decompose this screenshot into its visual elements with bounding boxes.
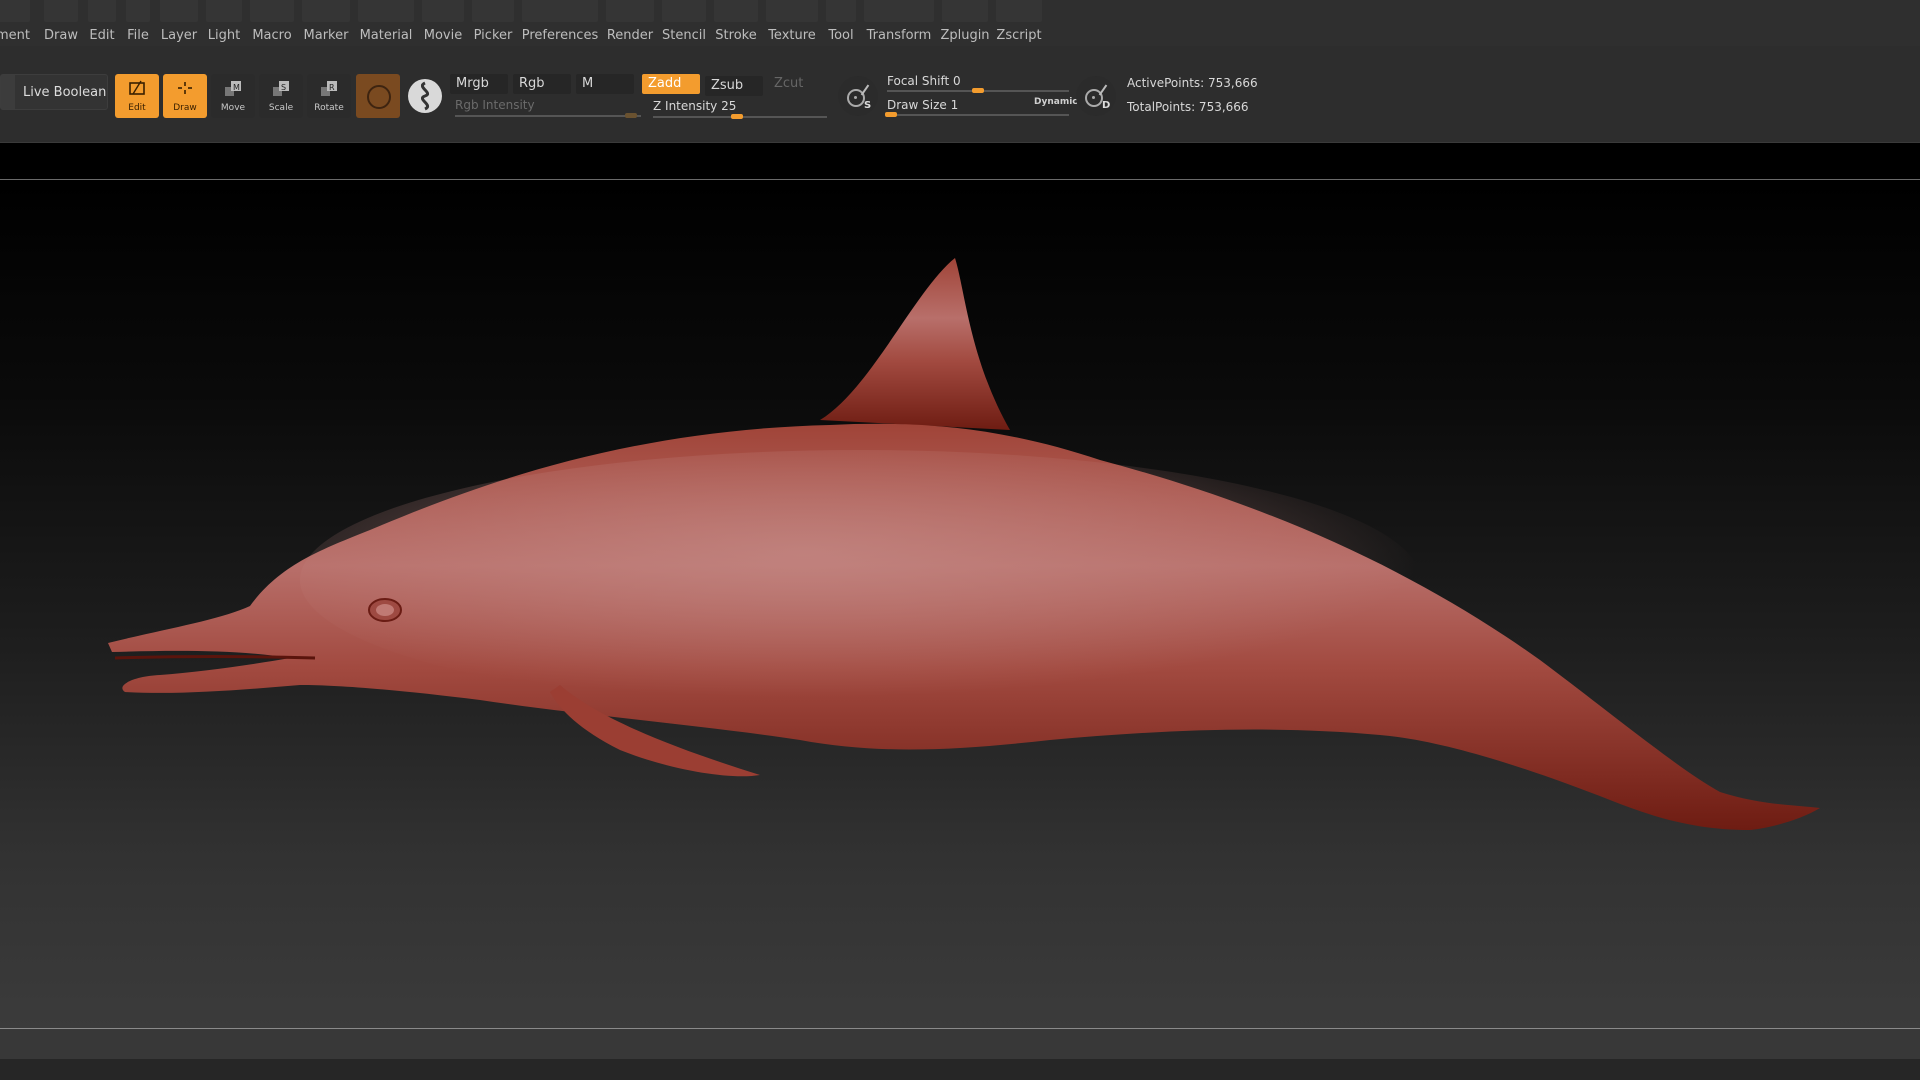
menu-item-edit[interactable]: Edit	[86, 0, 118, 46]
rgb-intensity-slider[interactable]	[455, 115, 641, 117]
menu-bar: ment Draw Edit File Layer Light Macro Ma…	[0, 0, 1920, 46]
draw-size-slider[interactable]	[887, 114, 1069, 116]
viewport-canvas[interactable]	[0, 180, 1920, 1029]
zadd-button[interactable]: Zadd	[642, 74, 700, 94]
active-points: ActivePoints: 753,666	[1127, 76, 1258, 90]
scale-button[interactable]: S Scale	[259, 74, 303, 118]
move-icon: M	[225, 81, 241, 96]
menu-item-stroke[interactable]: Stroke	[712, 0, 760, 46]
live-boolean-button[interactable]: Live Boolean	[0, 74, 108, 110]
menu-item-preferences[interactable]: Preferences	[520, 0, 600, 46]
menu-item-draw[interactable]: Draw	[42, 0, 80, 46]
rgb-intensity-label: Rgb Intensity	[455, 98, 535, 112]
move-button[interactable]: M Move	[211, 74, 255, 118]
rgb-button[interactable]: Rgb	[513, 74, 571, 94]
menu-item-stencil[interactable]: Stencil	[660, 0, 708, 46]
material-icon	[367, 85, 391, 109]
rotate-icon: R	[321, 81, 337, 96]
svg-text:R: R	[329, 83, 335, 92]
draw-icon	[178, 82, 192, 94]
draw-size-label: Draw Size 1	[887, 98, 959, 112]
menu-item-zscript[interactable]: Zscript	[994, 0, 1044, 46]
m-button[interactable]: M	[576, 74, 634, 94]
material-button[interactable]	[356, 74, 400, 118]
bottom-strip	[0, 1059, 1920, 1080]
z-intensity-knob[interactable]	[730, 114, 743, 119]
menu-item-picker[interactable]: Picker	[470, 0, 516, 46]
total-points: TotalPoints: 753,666	[1127, 100, 1249, 114]
menu-item-zplugin[interactable]: Zplugin	[940, 0, 990, 46]
menu-item-movie[interactable]: Movie	[420, 0, 466, 46]
edit-button[interactable]: Edit	[115, 74, 159, 118]
menu-item-macro[interactable]: Macro	[248, 0, 296, 46]
menu-item-layer[interactable]: Layer	[158, 0, 200, 46]
svg-text:S: S	[281, 83, 286, 92]
menu-item-material[interactable]: Material	[356, 0, 416, 46]
menu-item-render[interactable]: Render	[604, 0, 656, 46]
menu-item-light[interactable]: Light	[204, 0, 244, 46]
sphere-icon[interactable]	[408, 79, 442, 113]
top-toolbar: Live Boolean Edit Draw M Move S Scale R …	[0, 46, 1920, 143]
menu-item-document[interactable]: ment	[0, 0, 32, 46]
menu-item-tool[interactable]: Tool	[824, 0, 858, 46]
menu-item-transform[interactable]: Transform	[862, 0, 936, 46]
rgb-intensity-knob[interactable]	[625, 113, 637, 118]
menu-item-file[interactable]: File	[124, 0, 152, 46]
zsub-button[interactable]: Zsub	[705, 76, 763, 96]
edit-icon	[129, 80, 145, 95]
scale-icon: S	[273, 81, 289, 96]
menu-item-marker[interactable]: Marker	[300, 0, 352, 46]
mrgb-button[interactable]: Mrgb	[450, 74, 508, 94]
brush-s-button[interactable]: S	[838, 76, 878, 116]
focal-shift-knob[interactable]	[972, 88, 984, 93]
menu-item-texture[interactable]: Texture	[764, 0, 820, 46]
rotate-button[interactable]: R Rotate	[307, 74, 351, 118]
zcut-button[interactable]: Zcut	[768, 74, 826, 94]
viewport-top-strip	[0, 143, 1920, 180]
focal-shift-label: Focal Shift 0	[887, 74, 961, 88]
dynamic-toggle[interactable]: Dynamic	[1034, 97, 1078, 107]
brush-d-button[interactable]: D	[1076, 76, 1116, 116]
z-intensity-label: Z Intensity 25	[653, 99, 737, 113]
bottom-shelf	[0, 1029, 1920, 1059]
draw-button[interactable]: Draw	[163, 74, 207, 118]
draw-size-knob[interactable]	[885, 112, 897, 117]
dolphin-model	[108, 258, 1820, 830]
svg-text:M: M	[233, 83, 240, 92]
